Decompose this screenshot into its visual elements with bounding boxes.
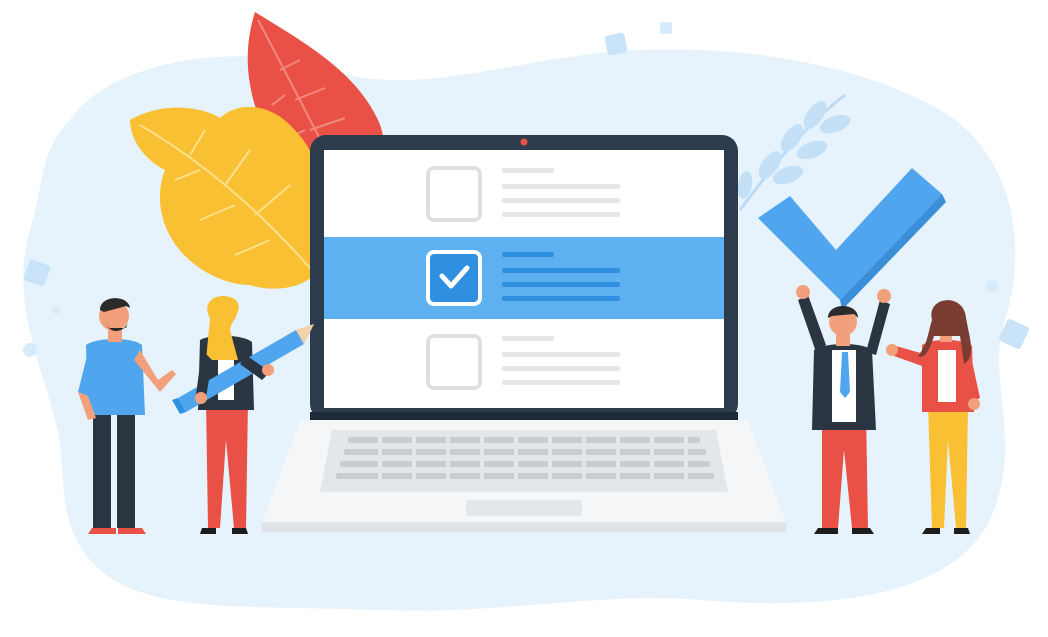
deco-square (660, 22, 672, 34)
deco-dot (23, 343, 37, 357)
laptop-hinge (310, 412, 738, 420)
webcam (520, 138, 528, 146)
deco-square (604, 32, 628, 56)
laptop-base-shadow (262, 522, 786, 532)
checkbox-checked-icon (426, 250, 482, 306)
checklist-illustration (23, 12, 1029, 611)
checklist-highlight-row (324, 237, 724, 319)
trackpad (466, 500, 582, 516)
illustration-stage (0, 0, 1048, 637)
deco-dot (52, 306, 60, 314)
keyboard (320, 430, 728, 492)
deco-dot (986, 280, 998, 292)
laptop-icon (262, 135, 786, 532)
